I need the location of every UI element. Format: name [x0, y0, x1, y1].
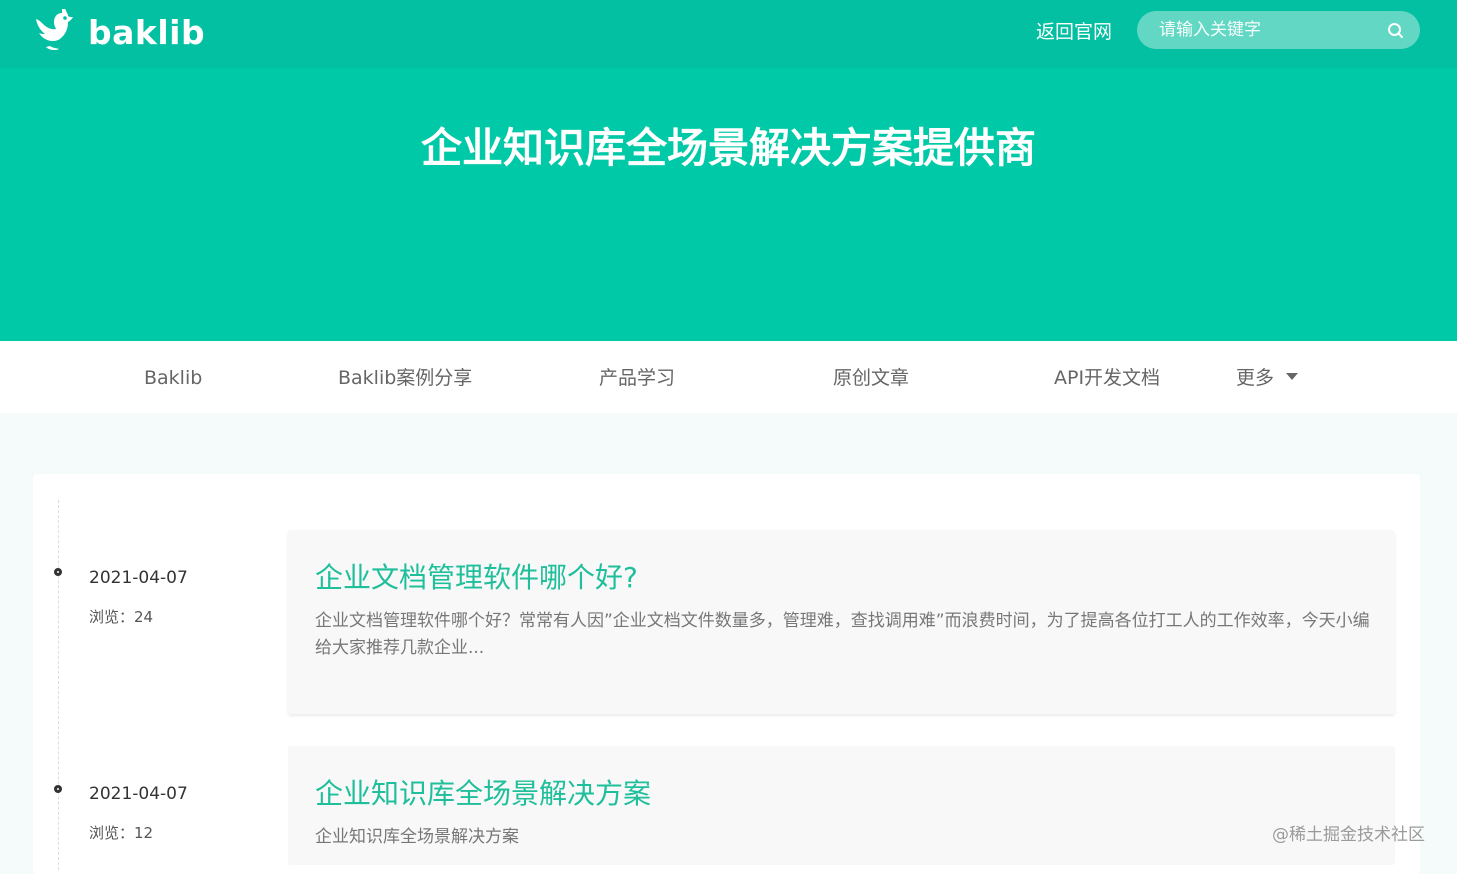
timeline-dot: [54, 785, 62, 793]
article-card[interactable]: 企业知识库全场景解决方案 企业知识库全场景解决方案: [288, 746, 1395, 865]
article-title-link[interactable]: 企业知识库全场景解决方案: [315, 772, 651, 812]
hero-banner: baklib 返回官网 企业知识库全场景解决方案提供商: [0, 0, 1457, 341]
logo-text: baklib: [88, 12, 206, 52]
bird-logo-icon: [36, 9, 73, 50]
article-date: 2021-04-07: [89, 568, 188, 588]
nav-item-baklib[interactable]: Baklib: [144, 363, 202, 393]
nav-item-more[interactable]: 更多: [1236, 363, 1299, 393]
nav-item-more-label: 更多: [1236, 367, 1275, 389]
article-summary: 企业知识库全场景解决方案: [315, 827, 519, 847]
article-date: 2021-04-07: [89, 784, 188, 804]
nav-item-product-learning[interactable]: 产品学习: [599, 363, 675, 393]
timeline-line: [58, 500, 59, 870]
article-summary: 企业文档管理软件哪个好？常常有人因”企业文档文件数量多，管理难，查找调用难”而浪…: [315, 611, 1370, 658]
top-bar: baklib 返回官网: [0, 0, 1457, 68]
logo[interactable]: baklib: [32, 8, 205, 56]
article-title-link[interactable]: 企业文档管理软件哪个好?: [315, 556, 638, 596]
search-input[interactable]: [1137, 11, 1377, 49]
category-nav: Baklib Baklib案例分享 产品学习 原创文章 API开发文档 更多: [0, 341, 1457, 413]
hero-title: 企业知识库全场景解决方案提供商: [421, 124, 1036, 172]
nav-item-original-articles[interactable]: 原创文章: [833, 363, 909, 393]
nav-item-api-docs[interactable]: API开发文档: [1054, 363, 1160, 393]
article-views: 浏览：12: [89, 824, 154, 842]
timeline-dot: [54, 568, 62, 576]
search-box: [1137, 11, 1420, 49]
watermark: @稀土掘金技术社区: [1272, 825, 1425, 845]
article-card[interactable]: 企业文档管理软件哪个好? 企业文档管理软件哪个好？常常有人因”企业文档文件数量多…: [288, 530, 1395, 714]
article-views: 浏览：24: [89, 608, 154, 626]
caret-down-icon: [1286, 373, 1299, 380]
back-to-homepage-link[interactable]: 返回官网: [1036, 18, 1112, 46]
nav-item-case-sharing[interactable]: Baklib案例分享: [338, 363, 472, 393]
search-icon[interactable]: [1387, 22, 1404, 39]
